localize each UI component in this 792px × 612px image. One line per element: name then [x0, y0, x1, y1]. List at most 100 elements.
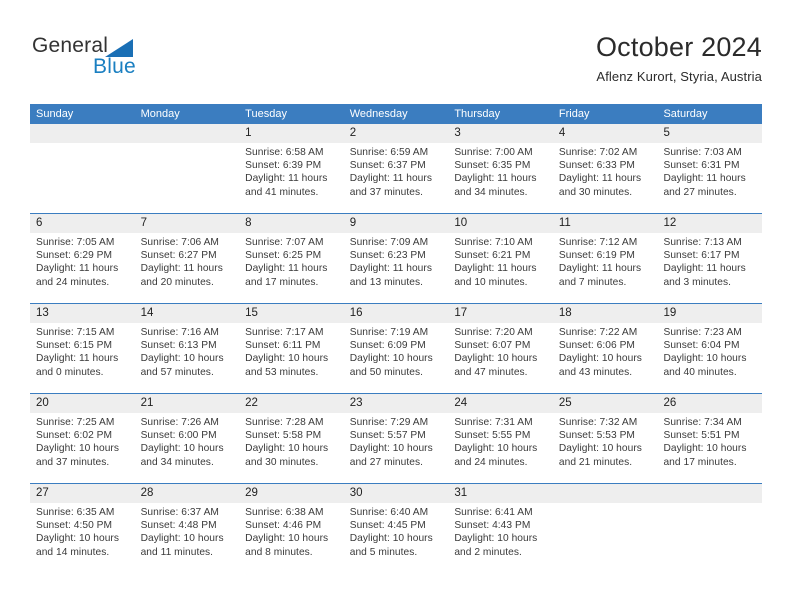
calendar-day-cell[interactable]: 20 Sunrise: 7:25 AM Sunset: 6:02 PM Dayligh… — [30, 394, 135, 483]
day-detail-line: Sunrise: 7:31 AM — [454, 417, 533, 428]
day-detail-line: Sunrise: 7:02 AM — [558, 147, 638, 158]
calendar-day-cell[interactable]: 29 Sunrise: 6:38 AM Sunset: 4:46 PM Dayligh… — [239, 484, 344, 573]
calendar-day-cell[interactable]: 10 Sunrise: 7:10 AM Sunset: 6:21 PM Dayligh… — [448, 214, 553, 303]
day-detail-line: Sunset: 5:55 PM — [454, 430, 531, 442]
day-detail-line: Sunset: 6:13 PM — [140, 340, 217, 352]
calendar-day-cell[interactable]: 19 Sunrise: 7:23 AM Sunset: 6:04 PM Dayligh… — [657, 304, 763, 393]
day-detail-line: Sunset: 6:17 PM — [663, 250, 740, 262]
day-detail-line: Daylight: 10 hours — [454, 533, 538, 545]
day-detail-line: and 34 minutes. — [140, 456, 214, 468]
day-detail-line: Sunrise: 7:17 AM — [245, 327, 324, 338]
day-detail-line: Daylight: 10 hours — [140, 443, 224, 455]
day-detail-line: Sunrise: 6:58 AM — [245, 147, 324, 158]
day-number: 6 — [30, 214, 135, 233]
calendar-day-cell[interactable]: 27 Sunrise: 6:35 AM Sunset: 4:50 PM Dayligh… — [30, 484, 135, 573]
calendar-day-cell[interactable]: 26 Sunrise: 7:34 AM Sunset: 5:51 PM Dayligh… — [657, 394, 763, 483]
weekday-header-friday: Friday — [558, 108, 590, 120]
calendar-week-row: 1 Sunrise: 6:58 AM Sunset: 6:39 PM Daylight… — [30, 124, 763, 213]
day-number: 16 — [343, 304, 449, 323]
calendar-day-cell[interactable]: 9 Sunrise: 7:09 AM Sunset: 6:23 PM Daylight… — [343, 214, 449, 303]
calendar-day-cell-empty — [30, 124, 135, 213]
calendar-day-cell[interactable]: 8 Sunrise: 7:07 AM Sunset: 6:25 PM Daylight… — [239, 214, 344, 303]
calendar-day-cell[interactable]: 5 Sunrise: 7:03 AM Sunset: 6:31 PM Daylight… — [657, 124, 763, 213]
day-detail-line: Sunrise: 7:09 AM — [349, 237, 429, 248]
calendar-day-cell[interactable]: 3 Sunrise: 7:00 AM Sunset: 6:35 PM Daylight… — [448, 124, 553, 213]
day-detail-line: Sunrise: 7:10 AM — [454, 237, 533, 248]
calendar-grid: Sunday Monday Tuesday Wednesday Thursday Frid… — [30, 104, 763, 573]
day-detail-line: and 50 minutes. — [349, 366, 423, 378]
calendar-day-cell[interactable]: 12 Sunrise: 7:13 AM Sunset: 6:17 PM Dayligh… — [657, 214, 763, 303]
day-number: 11 — [552, 214, 658, 233]
day-details: Sunrise: 7:16 AM Sunset: 6:13 PM Daylight:… — [135, 323, 240, 379]
day-detail-line: Sunrise: 7:26 AM — [140, 417, 219, 428]
general-blue-logo[interactable]: General Blue — [32, 34, 212, 90]
day-detail-line: Daylight: 11 hours — [454, 173, 537, 185]
calendar-day-cell[interactable]: 13 Sunrise: 7:15 AM Sunset: 6:15 PM Dayligh… — [30, 304, 135, 393]
weekday-header-wednesday: Wednesday — [349, 108, 408, 120]
day-detail-line: Sunrise: 7:13 AM — [663, 237, 742, 248]
calendar-day-cell[interactable]: 11 Sunrise: 7:12 AM Sunset: 6:19 PM Dayligh… — [552, 214, 658, 303]
day-detail-line: and 17 minutes. — [245, 276, 319, 288]
day-detail-line: Sunset: 6:09 PM — [349, 340, 426, 352]
day-detail-line: Daylight: 11 hours — [36, 263, 119, 275]
day-detail-line: Sunset: 6:19 PM — [558, 250, 635, 262]
calendar-day-cell[interactable]: 17 Sunrise: 7:20 AM Sunset: 6:07 PM Dayligh… — [448, 304, 553, 393]
day-detail-line: Sunrise: 6:38 AM — [245, 507, 324, 518]
calendar-day-cell[interactable]: 25 Sunrise: 7:32 AM Sunset: 5:53 PM Dayligh… — [552, 394, 658, 483]
day-detail-line: Sunset: 6:39 PM — [245, 160, 322, 172]
day-number — [657, 484, 763, 503]
day-details: Sunrise: 7:28 AM Sunset: 5:58 PM Daylight:… — [239, 413, 344, 469]
calendar-day-cell[interactable]: 22 Sunrise: 7:28 AM Sunset: 5:58 PM Dayligh… — [239, 394, 344, 483]
day-details: Sunrise: 7:00 AM Sunset: 6:35 PM Daylight:… — [448, 143, 553, 199]
day-detail-line: Daylight: 10 hours — [349, 533, 433, 545]
day-detail-line: and 5 minutes. — [349, 546, 418, 558]
day-detail-line: Sunrise: 6:35 AM — [36, 507, 115, 518]
day-number: 15 — [239, 304, 344, 323]
calendar-day-cell[interactable]: 30 Sunrise: 6:40 AM Sunset: 4:45 PM Dayligh… — [343, 484, 449, 573]
calendar-day-cell[interactable]: 6 Sunrise: 7:05 AM Sunset: 6:29 PM Daylight… — [30, 214, 135, 303]
day-details: Sunrise: 7:32 AM Sunset: 5:53 PM Daylight:… — [553, 413, 658, 469]
day-details: Sunrise: 7:10 AM Sunset: 6:21 PM Daylight:… — [448, 233, 553, 289]
day-number: 3 — [448, 124, 553, 143]
day-detail-line: Daylight: 11 hours — [349, 173, 432, 185]
calendar-day-cell[interactable]: 31 Sunrise: 6:41 AM Sunset: 4:43 PM Dayligh… — [448, 484, 553, 573]
day-detail-line: and 30 minutes. — [558, 186, 633, 198]
day-details: Sunrise: 7:03 AM Sunset: 6:31 PM Daylight:… — [657, 143, 762, 199]
day-detail-line: Sunset: 6:37 PM — [349, 160, 426, 172]
calendar-day-cell[interactable]: 21 Sunrise: 7:26 AM Sunset: 6:00 PM Dayligh… — [134, 394, 240, 483]
day-detail-line: and 47 minutes. — [454, 366, 528, 378]
day-details: Sunrise: 6:41 AM Sunset: 4:43 PM Daylight:… — [448, 503, 553, 559]
day-detail-line: and 14 minutes. — [36, 546, 110, 558]
calendar-day-cell[interactable]: 15 Sunrise: 7:17 AM Sunset: 6:11 PM Dayligh… — [239, 304, 344, 393]
calendar-weeks: 1 Sunrise: 6:58 AM Sunset: 6:39 PM Daylight… — [30, 124, 763, 573]
calendar-page: General Blue October 2024 Aflenz Kurort,… — [0, 0, 792, 612]
day-number: 20 — [30, 394, 135, 413]
calendar-day-cell[interactable]: 2 Sunrise: 6:59 AM Sunset: 6:37 PM Daylight… — [343, 124, 449, 213]
day-number: 5 — [657, 124, 763, 143]
calendar-day-cell[interactable]: 23 Sunrise: 7:29 AM Sunset: 5:57 PM Dayligh… — [343, 394, 449, 483]
calendar-day-cell[interactable]: 28 Sunrise: 6:37 AM Sunset: 4:48 PM Dayligh… — [134, 484, 240, 573]
day-detail-line: Sunrise: 7:29 AM — [349, 417, 429, 428]
day-detail-line: Daylight: 10 hours — [140, 533, 224, 545]
calendar-day-cell[interactable]: 4 Sunrise: 7:02 AM Sunset: 6:33 PM Daylight… — [552, 124, 658, 213]
day-detail-line: Sunrise: 7:23 AM — [663, 327, 742, 338]
day-detail-line: and 20 minutes. — [140, 276, 214, 288]
day-details: Sunrise: 7:19 AM Sunset: 6:09 PM Daylight:… — [344, 323, 449, 379]
day-details: Sunrise: 6:38 AM Sunset: 4:46 PM Daylight:… — [239, 503, 344, 559]
calendar-day-cell[interactable]: 7 Sunrise: 7:06 AM Sunset: 6:27 PM Daylight… — [134, 214, 240, 303]
calendar-day-cell[interactable]: 1 Sunrise: 6:58 AM Sunset: 6:39 PM Daylight… — [239, 124, 344, 213]
weekday-header-sunday: Sunday — [36, 108, 74, 120]
day-detail-line: Sunset: 6:00 PM — [140, 430, 217, 442]
calendar-day-cell[interactable]: 18 Sunrise: 7:22 AM Sunset: 6:06 PM Dayligh… — [552, 304, 658, 393]
calendar-day-cell-empty — [134, 124, 240, 213]
calendar-week-row: 27 Sunrise: 6:35 AM Sunset: 4:50 PM Dayligh… — [30, 483, 763, 573]
day-number: 10 — [448, 214, 553, 233]
calendar-day-cell[interactable]: 24 Sunrise: 7:31 AM Sunset: 5:55 PM Dayligh… — [448, 394, 553, 483]
day-details: Sunrise: 7:20 AM Sunset: 6:07 PM Daylight:… — [448, 323, 553, 379]
day-number: 9 — [343, 214, 449, 233]
day-detail-line: Sunset: 5:57 PM — [349, 430, 426, 442]
day-number: 23 — [343, 394, 449, 413]
day-details: Sunrise: 7:07 AM Sunset: 6:25 PM Daylight:… — [239, 233, 344, 289]
calendar-day-cell[interactable]: 16 Sunrise: 7:19 AM Sunset: 6:09 PM Dayligh… — [343, 304, 449, 393]
calendar-day-cell[interactable]: 14 Sunrise: 7:16 AM Sunset: 6:13 PM Dayligh… — [134, 304, 240, 393]
